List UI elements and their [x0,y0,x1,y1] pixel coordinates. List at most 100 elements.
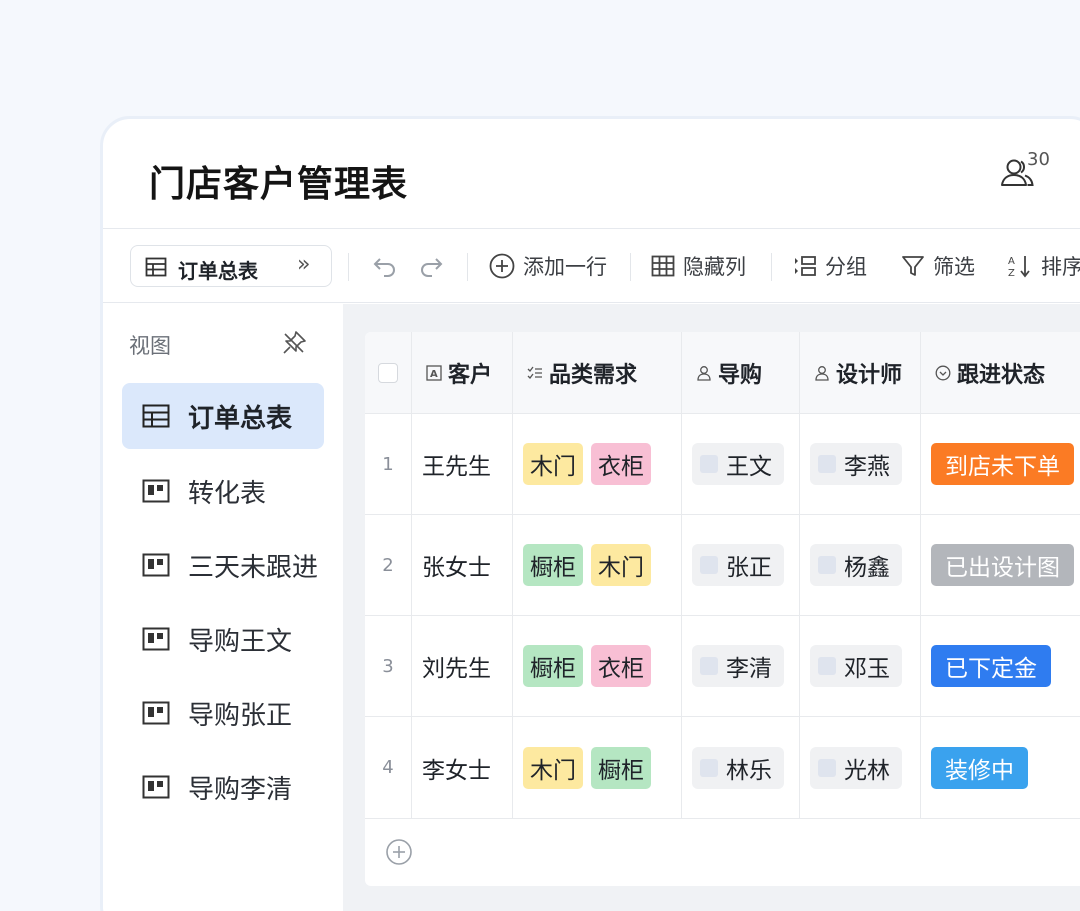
grid-area: A 客户 品类需求 导购 设计师 跟进状态 1 王先生 木门 衣柜 王文 李燕 … [343,304,1080,911]
column-header-label: 跟进状态 [957,362,1046,388]
column-header-designer[interactable]: 设计师 [800,332,921,413]
kanban-icon [142,479,170,503]
svg-text:A: A [430,369,438,380]
svg-text:Z: Z [1008,268,1015,279]
view-switcher[interactable]: 订单总表 » [130,245,332,287]
category-cell[interactable]: 橱柜 衣柜 [513,616,682,716]
status-badge: 已下定金 [931,645,1051,687]
sort-icon: A Z [1008,256,1030,279]
category-tag: 衣柜 [591,645,651,687]
avatar [700,758,718,777]
person-name: 李清 [726,656,772,682]
kanban-icon [142,701,170,725]
status-cell[interactable]: 装修中 [921,717,1080,818]
row-number: 2 [365,515,412,615]
add-row-label: 添加一行 [523,255,607,279]
sidebar-item-label: 三天未跟进 [188,552,319,583]
checklist-icon [527,366,542,379]
avatar [818,758,836,777]
hide-columns-button[interactable]: 隐藏列 [651,249,746,283]
person-chip: 李清 [692,645,784,687]
sidebar-item-order-total[interactable]: 订单总表 [122,383,324,449]
status-cell[interactable]: 已出设计图 [921,515,1080,615]
group-label: 分组 [825,255,867,279]
group-button[interactable]: 分组 [793,249,867,283]
column-header-guide[interactable]: 导购 [682,332,800,413]
guide-cell[interactable]: 林乐 [682,717,800,818]
sidebar-item-guide-liqing[interactable]: 导购李清 [122,754,324,820]
designer-cell[interactable]: 杨鑫 [800,515,921,615]
person-name: 林乐 [726,757,772,784]
guide-cell[interactable]: 王文 [682,414,800,514]
column-header-status[interactable]: 跟进状态 [921,332,1080,413]
customer-cell[interactable]: 张女士 [412,515,513,615]
data-table: A 客户 品类需求 导购 设计师 跟进状态 1 王先生 木门 衣柜 王文 李燕 … [365,332,1080,886]
add-row-button[interactable]: 添加一行 [489,249,607,283]
category-cell[interactable]: 木门 橱柜 [513,717,682,818]
grid-table-icon [142,404,170,428]
customer-cell[interactable]: 李女士 [412,717,513,818]
sidebar-item-guide-wangwen[interactable]: 导购王文 [122,606,324,672]
select-field-icon [935,365,951,380]
columns-icon [651,255,675,277]
kanban-icon [142,775,170,799]
designer-cell[interactable]: 光林 [800,717,921,818]
add-row-icon[interactable] [385,838,413,866]
table-row[interactable]: 3 刘先生 橱柜 衣柜 李清 邓玉 已下定金 [365,616,1080,717]
undo-icon[interactable] [371,251,399,279]
person-chip: 杨鑫 [810,544,902,586]
sidebar-item-guide-zhangzheng[interactable]: 导购张正 [122,680,324,746]
person-name: 杨鑫 [844,555,890,581]
collaborators-button[interactable]: 30 [999,149,1059,199]
table-row[interactable]: 4 李女士 木门 橱柜 林乐 光林 装修中 [365,717,1080,819]
column-header-category[interactable]: 品类需求 [513,332,682,413]
sidebar-item-conversion[interactable]: 转化表 [122,458,324,524]
person-name: 张正 [726,555,772,581]
person-chip: 光林 [810,746,902,789]
sidebar-item-label: 导购李清 [188,774,293,805]
person-name: 王文 [726,454,772,480]
guide-cell[interactable]: 张正 [682,515,800,615]
sort-button[interactable]: A Z 排序 [1007,249,1080,283]
category-tag: 木门 [523,746,583,789]
avatar [700,657,718,675]
sidebar-item-label: 订单总表 [188,403,293,434]
customer-cell[interactable]: 王先生 [412,414,513,514]
column-header-customer[interactable]: A 客户 [412,332,513,413]
table-row[interactable]: 1 王先生 木门 衣柜 王文 李燕 到店未下单 [365,414,1080,515]
toolbar-divider [348,253,349,281]
pin-icon[interactable] [281,330,307,356]
row-number: 3 [365,616,412,716]
app-window: 门店客户管理表 30 订单总表 » 添加一行 隐藏列 分组 筛选 A Z 排序 … [100,116,1080,911]
guide-cell[interactable]: 李清 [682,616,800,716]
sidebar-item-label: 转化表 [188,478,267,509]
person-chip: 王文 [692,443,784,485]
avatar [818,455,836,473]
kanban-icon [142,627,170,651]
status-badge: 到店未下单 [931,443,1074,485]
person-chip: 邓玉 [810,645,902,687]
designer-cell[interactable]: 李燕 [800,414,921,514]
text-field-icon: A [426,364,442,381]
filter-button[interactable]: 筛选 [901,249,975,283]
table-row[interactable]: 2 张女士 橱柜 木门 张正 杨鑫 已出设计图 [365,515,1080,616]
category-tag: 橱柜 [591,746,651,789]
customer-cell[interactable]: 刘先生 [412,616,513,716]
designer-cell[interactable]: 邓玉 [800,616,921,716]
sidebar-heading: 视图 [129,334,171,358]
person-name: 李燕 [844,454,890,480]
category-cell[interactable]: 木门 衣柜 [513,414,682,514]
double-chevron-right-icon[interactable]: » [297,252,310,277]
status-cell[interactable]: 已下定金 [921,616,1080,716]
redo-icon[interactable] [417,251,445,279]
column-header-label: 客户 [448,362,493,388]
category-cell[interactable]: 橱柜 木门 [513,515,682,615]
avatar [700,455,718,473]
sidebar-item-no-followup[interactable]: 三天未跟进 [122,532,324,598]
row-number: 4 [365,717,412,818]
status-cell[interactable]: 到店未下单 [921,414,1080,514]
kanban-icon [142,553,170,577]
select-all-checkbox[interactable] [378,362,398,383]
person-chip: 李燕 [810,443,902,485]
current-view-label: 订单总表 [178,259,258,283]
